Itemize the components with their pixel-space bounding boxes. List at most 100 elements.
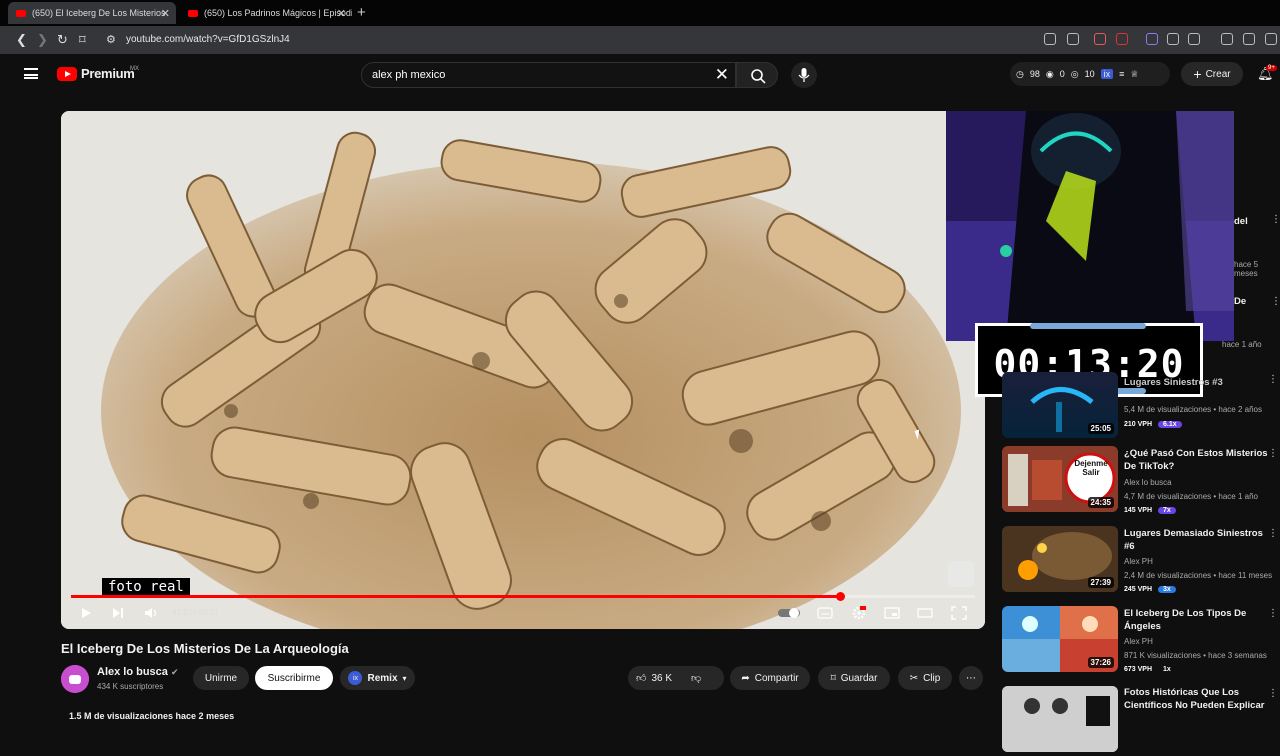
next-icon[interactable] <box>111 606 125 620</box>
more-actions-button[interactable]: ⋯ <box>959 666 983 690</box>
plus-icon: + <box>1193 66 1202 82</box>
channel-name[interactable]: Alex PH <box>1124 637 1153 646</box>
join-label: Unirme <box>204 672 238 684</box>
recommendation-item[interactable]: 37:26 El Iceberg De Los Tipos De Ángeles… <box>1002 606 1280 676</box>
channel-name[interactable]: Alex PH <box>1124 557 1153 566</box>
youtube-logo[interactable]: Premium <box>57 66 135 81</box>
more-icon[interactable]: ⋮ <box>1268 448 1278 459</box>
media-icon[interactable] <box>1188 33 1200 45</box>
search-button[interactable] <box>736 62 778 88</box>
puzzle-icon[interactable] <box>1167 33 1179 45</box>
bookmark-icon[interactable]: ⌑ <box>79 32 86 48</box>
tab-close-icon[interactable]: ✕ <box>161 7 170 20</box>
extension-icon[interactable] <box>1146 33 1158 45</box>
video-meta: 2,4 M de visualizaciones • hace 11 meses <box>1124 571 1273 580</box>
video-thumbnail[interactable]: 37:26 <box>1002 606 1118 672</box>
more-icon[interactable]: ⋮ <box>1268 374 1278 385</box>
sidebar-icon[interactable] <box>1243 33 1255 45</box>
list-icon[interactable]: ≡ <box>1119 69 1124 79</box>
voice-search-button[interactable] <box>791 62 817 88</box>
clip-button[interactable]: ✂ Clip <box>898 666 952 690</box>
browser-tab-active[interactable]: (650) El Iceberg De Los Misterios ✕ <box>8 2 176 24</box>
miniplayer-icon[interactable] <box>884 606 900 620</box>
recommendation-item[interactable]: 27:39 Lugares Demasiado Siniestros #6 Al… <box>1002 526 1280 596</box>
duration-badge: 24:35 <box>1087 497 1114 508</box>
save-button[interactable]: ⌑ Guardar <box>818 666 890 690</box>
reload-icon[interactable]: ↻ <box>57 32 68 48</box>
forward-icon[interactable]: ❯ <box>37 32 48 48</box>
channel-name[interactable]: Alex lo busca <box>1124 478 1172 487</box>
video-title[interactable]: Lugares Demasiado Siniestros #6 <box>1124 527 1276 553</box>
more-icon[interactable]: ⋮ <box>1268 688 1278 699</box>
wallet-icon[interactable] <box>1265 33 1277 45</box>
theater-mode-icon[interactable] <box>917 606 933 620</box>
youtube-play-icon <box>57 66 77 81</box>
avatar[interactable] <box>61 665 89 693</box>
video-player[interactable]: foto real 47:57 / 56:21 <box>61 111 985 629</box>
stats-widget[interactable]: ◷ 98 ◉ 0 ◎ 10 ix ≡ ♕ <box>1010 62 1170 86</box>
search-input[interactable]: alex ph mexico ✕ <box>361 62 736 88</box>
create-button[interactable]: + Crear <box>1181 62 1243 86</box>
menu-icon[interactable] <box>24 68 38 79</box>
extension-badge-icon[interactable]: ix <box>1100 69 1114 79</box>
multiplier-badge: 1x <box>1163 666 1171 673</box>
avatar-image <box>61 665 89 693</box>
dislike-icon[interactable]: 👎︎ <box>691 672 701 684</box>
vph-row: 210 VPH 6.1x <box>1124 421 1182 428</box>
video-meta: 5,4 M de visualizaciones • hace 2 años <box>1124 405 1262 414</box>
channel-name-text: Alex lo busca <box>97 666 168 678</box>
recommendation-item[interactable]: 25:05 Lugares Siniestros #3 5,4 M de vis… <box>1002 372 1280 442</box>
play-icon[interactable] <box>79 606 93 620</box>
recommendation-item[interactable]: Dejenme Salir 24:35 ¿Qué Pasó Con Estos … <box>1002 446 1280 516</box>
volume-icon[interactable] <box>144 606 160 620</box>
video-title[interactable]: ¿Qué Pasó Con Estos Misterios De TikTok? <box>1124 447 1276 473</box>
stat-value: 10 <box>1084 69 1095 79</box>
progress-bar[interactable] <box>71 592 975 601</box>
clear-search-icon[interactable]: ✕ <box>715 65 729 85</box>
vph-value: 245 VPH <box>1124 586 1153 593</box>
duration-badge: 27:39 <box>1087 577 1114 588</box>
more-icon[interactable]: ⋮ <box>1268 608 1278 619</box>
fullscreen-icon[interactable] <box>951 606 967 620</box>
video-thumbnail[interactable]: Dejenme Salir 24:35 <box>1002 446 1118 512</box>
browser-tab[interactable]: (650) Los Padrinos Mágicos | Episodio ✕ <box>180 2 352 24</box>
more-icon[interactable]: ⋮ <box>1271 296 1280 307</box>
channel-name[interactable]: Alex lo busca ✔ <box>97 666 179 678</box>
share-button[interactable]: ➦ Compartir <box>730 666 810 690</box>
like-icon[interactable]: 👍︎ <box>636 672 646 684</box>
video-meta: 4,7 M de visualizaciones • hace 1 año <box>1124 492 1258 501</box>
new-tab-icon[interactable]: + <box>357 4 366 21</box>
back-icon[interactable]: ❮ <box>16 32 27 48</box>
tab-title: (650) El Iceberg De Los Misterios <box>32 8 166 18</box>
site-info-icon[interactable]: ⚙ <box>106 33 116 46</box>
url-field[interactable]: youtube.com/watch?v=GfD1GSzlnJ4 <box>126 34 290 45</box>
video-thumbnail[interactable]: 27:39 <box>1002 526 1118 592</box>
share-icon[interactable] <box>1067 33 1079 45</box>
like-count: 36 K <box>651 672 673 684</box>
trophy-icon[interactable]: ♕ <box>1130 69 1138 80</box>
more-icon[interactable]: ⋮ <box>1268 528 1278 539</box>
autoplay-toggle-icon[interactable] <box>777 606 803 620</box>
rewards-icon[interactable] <box>1116 33 1128 45</box>
remix-label: Remix <box>367 672 398 684</box>
more-icon[interactable]: ⋮ <box>1271 214 1280 225</box>
cast-icon[interactable] <box>1044 33 1056 45</box>
tab-title: (650) Los Padrinos Mágicos | Episodio <box>204 8 352 18</box>
stat-value: 0 <box>1059 69 1065 79</box>
remix-button[interactable]: ix Remix ▾ <box>340 666 415 690</box>
video-title[interactable]: Lugares Siniestros #3 <box>1124 376 1276 389</box>
video-title[interactable]: Fotos Históricas Que Los Científicos No … <box>1124 686 1276 712</box>
brave-shield-icon[interactable] <box>1094 33 1106 45</box>
video-thumbnail[interactable] <box>1002 686 1118 752</box>
video-title[interactable]: El Iceberg De Los Tipos De Ángeles <box>1124 607 1276 633</box>
microphone-icon <box>798 68 810 82</box>
recommendation-item[interactable]: Fotos Históricas Que Los Científicos No … <box>1002 686 1280 756</box>
settings-icon[interactable] <box>851 606 867 620</box>
subscribe-button[interactable]: Suscribirme <box>255 666 333 690</box>
tab-close-icon[interactable]: ✕ <box>337 7 346 20</box>
verified-icon: ✔ <box>170 667 179 677</box>
subtitles-icon[interactable] <box>817 606 833 620</box>
video-thumbnail[interactable]: 25:05 <box>1002 372 1118 438</box>
join-button[interactable]: Unirme <box>193 666 249 690</box>
music-icon[interactable] <box>1221 33 1233 45</box>
